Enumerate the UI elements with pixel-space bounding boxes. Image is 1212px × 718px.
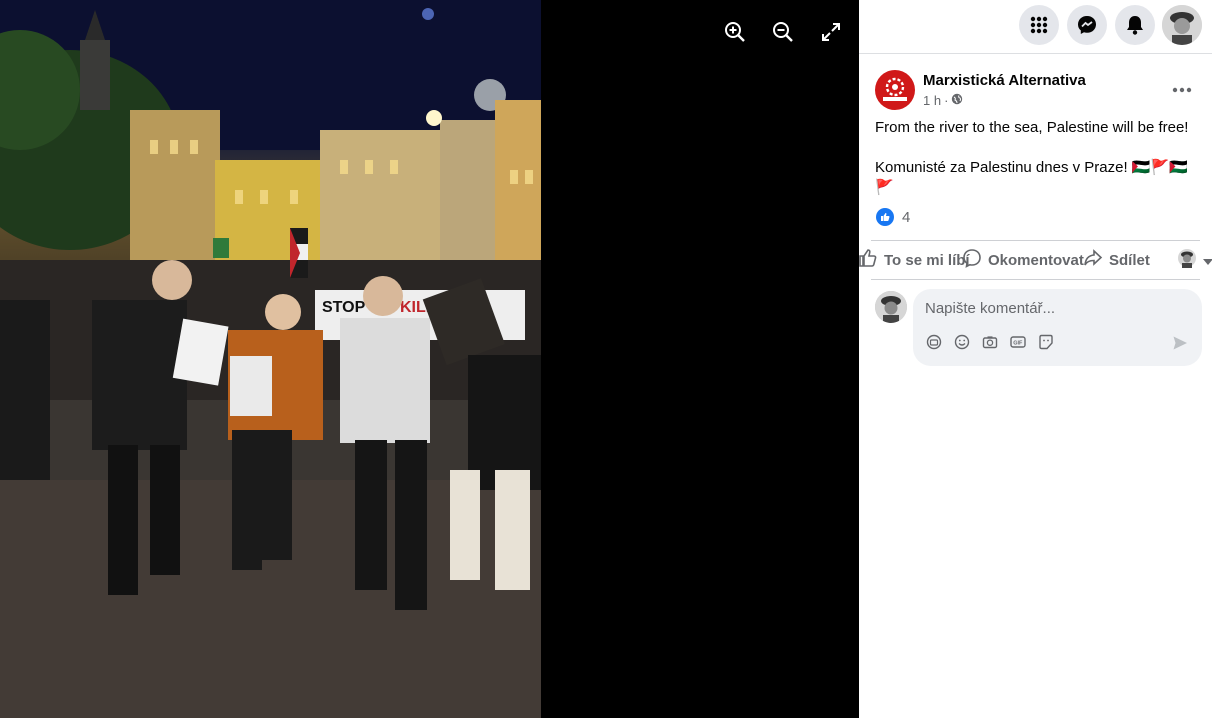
more-options-icon[interactable] xyxy=(1168,76,1196,104)
comment-button[interactable]: Okomentovat xyxy=(962,241,1084,279)
comment-bubble-icon xyxy=(962,248,982,272)
menu-grid-icon[interactable] xyxy=(1019,5,1059,45)
like-reaction-icon xyxy=(876,208,894,226)
comment-placeholder: Napište komentář... xyxy=(925,300,1056,317)
zoom-in-icon[interactable] xyxy=(721,16,749,48)
reaction-profile-selector[interactable] xyxy=(1177,241,1212,279)
fullscreen-icon[interactable] xyxy=(817,16,845,48)
comment-tools: GIF xyxy=(925,333,1055,351)
caret-down-icon xyxy=(1203,252,1212,269)
post-text-line: From the river to the sea, Palestine wil… xyxy=(875,119,1189,136)
account-avatar[interactable] xyxy=(1162,5,1202,45)
share-arrow-icon xyxy=(1083,248,1103,272)
send-icon[interactable] xyxy=(1172,335,1188,356)
post-text-line: Komunisté za Palestinu dnes v Praze! 🇵🇸🚩… xyxy=(875,159,1188,196)
reactions-summary[interactable]: 4 xyxy=(876,208,910,226)
photo-scene: STOP KILL xyxy=(0,0,541,718)
post-actions: To se mi líbí Okomentovat Sdílet xyxy=(859,240,1212,280)
emoji-icon[interactable] xyxy=(953,333,971,351)
banner-sign-text: STOP xyxy=(322,299,366,316)
like-button[interactable]: To se mi líbí xyxy=(858,241,970,279)
profile-avatar-icon xyxy=(1177,248,1197,272)
post-meta: 1 h · xyxy=(923,93,963,108)
comment-label: Okomentovat xyxy=(988,251,1084,269)
photo-viewer: STOP KILL xyxy=(0,0,859,718)
post-text: From the river to the sea, Palestine wil… xyxy=(875,118,1205,218)
post-time[interactable]: 1 h xyxy=(923,93,941,108)
camera-icon[interactable] xyxy=(981,333,999,351)
post-panel: Marxistická Alternativa 1 h · From the r… xyxy=(859,0,1212,718)
meta-separator: · xyxy=(944,93,949,108)
like-label: To se mi líbí xyxy=(884,251,970,269)
page-logo[interactable] xyxy=(875,70,915,110)
sticker-icon[interactable] xyxy=(1037,333,1055,351)
svg-text:GIF: GIF xyxy=(1013,341,1023,347)
commenter-avatar[interactable] xyxy=(875,291,907,323)
zoom-out-icon[interactable] xyxy=(769,16,797,48)
page-name[interactable]: Marxistická Alternativa xyxy=(923,72,1086,89)
globe-icon xyxy=(951,93,963,108)
share-button[interactable]: Sdílet xyxy=(1083,241,1150,279)
reaction-count: 4 xyxy=(902,208,911,226)
top-bar xyxy=(859,0,1212,54)
post-photo[interactable]: STOP KILL xyxy=(0,0,541,718)
post-header: Marxistická Alternativa 1 h · xyxy=(875,70,1200,112)
gif-icon[interactable]: GIF xyxy=(1009,333,1027,351)
avatar-sticker-icon[interactable] xyxy=(925,333,943,351)
comment-input[interactable]: Napište komentář... GIF xyxy=(913,289,1202,366)
viewer-toolbar xyxy=(721,16,845,48)
thumbs-up-icon xyxy=(858,248,878,272)
notifications-icon[interactable] xyxy=(1115,5,1155,45)
share-label: Sdílet xyxy=(1109,251,1150,269)
messenger-icon[interactable] xyxy=(1067,5,1107,45)
